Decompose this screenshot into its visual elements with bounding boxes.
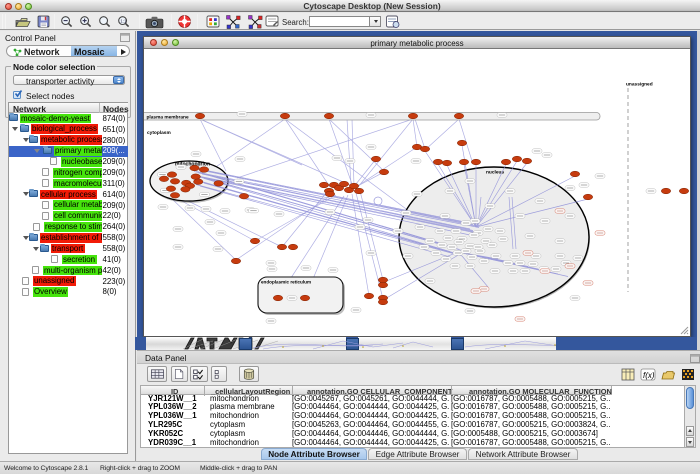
- svg-text:plasma membrane: plasma membrane: [147, 115, 189, 121]
- svg-text:cytoplasm: cytoplasm: [147, 130, 171, 136]
- svg-text:1:1: 1:1: [120, 18, 127, 23]
- svg-text:unassigned: unassigned: [626, 82, 653, 88]
- svg-text:f(x): f(x): [643, 371, 655, 380]
- svg-text:endoplasmic reticulum: endoplasmic reticulum: [261, 280, 311, 285]
